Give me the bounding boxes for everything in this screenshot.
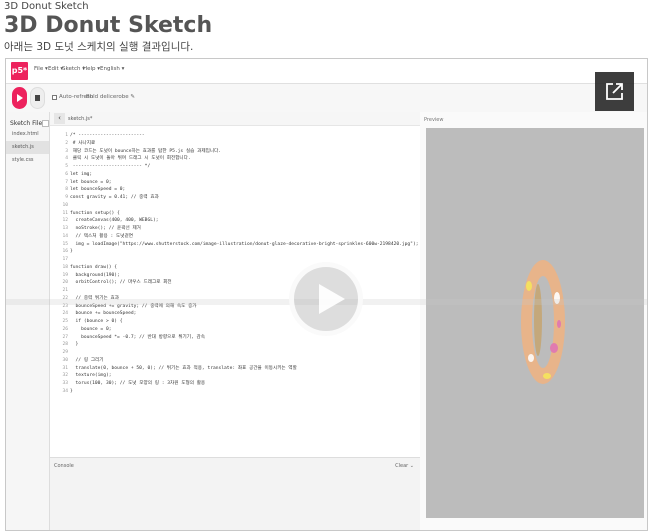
line-number: 16: [62, 249, 68, 255]
code-line[interactable]: ------------------------- */: [70, 163, 150, 171]
code-line[interactable]: /* ------------------------: [70, 132, 145, 140]
line-number: 4: [65, 156, 68, 162]
line-number: 24: [62, 311, 68, 317]
code-line[interactable]: let bounceSpeed = 0;: [70, 186, 125, 194]
menu-sketch[interactable]: Sketch ▾: [62, 66, 85, 72]
code-line[interactable]: img = loadImage("https://www.shutterstoc…: [70, 241, 419, 249]
page-header: 3D Donut Sketch 3D Donut Sketch 아래는 3D 도…: [4, 0, 644, 56]
code-line[interactable]: translate(0, bounce + 50, 0); // 튀기는 효과 …: [70, 365, 297, 373]
back-icon[interactable]: ‹: [54, 113, 65, 124]
play-icon[interactable]: [12, 87, 27, 109]
stop-icon[interactable]: [30, 87, 45, 109]
code-line[interactable]: }: [70, 341, 79, 349]
code-line[interactable]: }: [70, 388, 73, 396]
p5-nav-bar: p5* File ▾ Edit ▾ Sketch ▾ Help ▾ Englis…: [6, 59, 647, 84]
code-line[interactable]: texture(img);: [70, 372, 112, 380]
video-play-icon[interactable]: [289, 262, 363, 336]
menu-edit[interactable]: Edit ▾: [48, 66, 63, 72]
auto-refresh-checkbox[interactable]: [52, 95, 57, 100]
code-line[interactable]: // 텍스처 활용 : 도넛겉면: [70, 233, 133, 241]
code-line[interactable]: bounceSpeed *= -0.7; // 반대 방향으로 튀기기, 감속: [70, 334, 205, 342]
line-number: 3: [65, 148, 68, 154]
code-line[interactable]: }: [70, 248, 73, 256]
console-label: Console: [54, 463, 74, 469]
line-number: 17: [62, 257, 68, 262]
editor-tab-bar: ‹ sketch.js*: [50, 112, 420, 126]
line-number: 33: [62, 381, 68, 386]
editor-file-name: sketch.js*: [68, 116, 93, 122]
line-number: 28: [62, 342, 68, 348]
code-line[interactable]: 해당 코드는 도넛이 bounce하는 효과를 탑한 P5.js 실습 과제입니…: [70, 148, 221, 156]
code-line[interactable]: const gravity = 0.41; // 중력 효과: [70, 194, 159, 202]
sketch-files-panel: Sketch Files index.html sketch.js style.…: [6, 112, 50, 530]
video-player[interactable]: p5* File ▾ Edit ▾ Sketch ▾ Help ▾ Englis…: [5, 58, 648, 531]
code-editor[interactable]: ‹ sketch.js* 1/* -----------------------…: [50, 112, 420, 530]
line-number: 9: [65, 195, 68, 200]
sketch-canvas[interactable]: [426, 128, 644, 518]
code-line[interactable]: if (bounce > 0) {: [70, 318, 123, 326]
sketch-name[interactable]: Bold delicerobe ✎: [86, 94, 135, 100]
code-line[interactable]: function draw() {: [70, 264, 117, 272]
file-style-css[interactable]: style.css: [6, 154, 49, 167]
preview-label: Preview: [424, 117, 444, 123]
page-description: 아래는 3D 도넛 스케치의 실행 결과입니다.: [4, 41, 194, 53]
menu-language[interactable]: English ▾: [100, 66, 124, 72]
file-sketch-js[interactable]: sketch.js: [6, 141, 49, 154]
code-line[interactable]: bounce += bounceSpeed;: [70, 310, 137, 318]
menu-help[interactable]: Help ▾: [83, 66, 100, 72]
line-number: 12: [62, 218, 68, 224]
code-line[interactable]: function setup() {: [70, 210, 120, 218]
donut-render: [521, 260, 565, 384]
line-number: 2: [65, 140, 68, 146]
line-number: 27: [62, 334, 68, 340]
breadcrumb: 3D Donut Sketch: [4, 1, 89, 12]
console-clear-button[interactable]: Clear ⌄: [395, 463, 414, 469]
code-line[interactable]: bounce = 0;: [70, 326, 111, 334]
line-number: 6: [65, 171, 68, 177]
line-number: 31: [62, 365, 68, 371]
line-number: 11: [62, 210, 68, 216]
console-panel: Console Clear ⌄: [50, 457, 420, 530]
code-line[interactable]: let img;: [70, 171, 92, 179]
code-line[interactable]: 클릭 시 도넛이 돌아 튀며 드래그 시 도넛이 회전합니다.: [70, 155, 191, 163]
code-area[interactable]: 1/* ------------------------ 2 # 사나지료 3 해당…: [50, 132, 420, 452]
line-number: 13: [62, 226, 68, 231]
line-number: 8: [65, 187, 68, 193]
code-line[interactable]: background(190);: [70, 272, 120, 280]
line-number: 19: [62, 272, 68, 278]
p5-toolbar: Auto-refresh Bold delicerobe ✎: [6, 84, 647, 112]
line-number: 26: [62, 326, 68, 332]
preview-panel: Preview: [420, 112, 647, 530]
code-line[interactable]: // 링 그리기: [70, 357, 104, 365]
line-number: 14: [62, 233, 68, 239]
page-title: 3D Donut Sketch: [4, 13, 213, 38]
code-line[interactable]: # 사나지료: [70, 140, 95, 148]
file-index-html[interactable]: index.html: [6, 128, 49, 141]
line-number: 34: [62, 388, 68, 394]
p5-logo[interactable]: p5*: [11, 62, 28, 80]
line-number: 30: [62, 357, 68, 363]
line-number: 1: [65, 133, 68, 138]
line-number: 32: [62, 373, 68, 379]
collapse-icon[interactable]: [42, 120, 49, 127]
menu-file[interactable]: File ▾: [34, 66, 48, 72]
line-number: 15: [62, 241, 68, 247]
line-number: 7: [65, 179, 68, 185]
code-line[interactable]: createCanvas(400, 400, WEBGL);: [70, 217, 159, 225]
line-number: 20: [62, 280, 68, 286]
code-line[interactable]: noStroke(); // 윤곽선 제거: [70, 225, 141, 233]
line-number: 18: [62, 264, 68, 270]
line-number: 29: [62, 350, 68, 355]
code-line[interactable]: let bounce = 0;: [70, 179, 112, 187]
external-link-icon[interactable]: [595, 72, 634, 111]
code-line[interactable]: orbitControl(); // 마우스 드래그로 회전: [70, 279, 172, 287]
line-number: 21: [62, 288, 68, 293]
line-number: 25: [62, 319, 68, 324]
line-number: 5: [65, 164, 68, 169]
line-number: 10: [62, 202, 68, 208]
code-line[interactable]: torus(100, 30); // 도넛 모양의 링 : 3차원 도형의 활용: [70, 380, 206, 388]
